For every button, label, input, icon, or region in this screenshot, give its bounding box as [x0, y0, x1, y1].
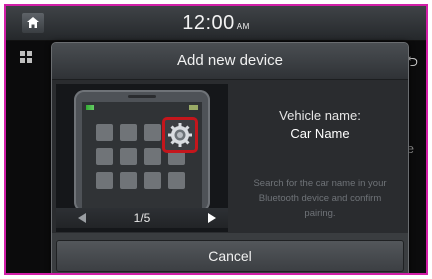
- add-device-dialog: Add new device 1/5 Vehicle name: Car Nam…: [51, 42, 409, 273]
- battery-indicator: [189, 105, 198, 110]
- phone-illustration-panel: 1/5: [56, 84, 228, 232]
- settings-highlight: [162, 117, 198, 153]
- app-icon: [96, 124, 113, 141]
- clock: 12:00 AM: [6, 12, 426, 35]
- app-icon: [144, 124, 161, 141]
- phone-screen: [82, 102, 202, 212]
- dialog-title: Add new device: [52, 43, 408, 80]
- app-icon: [120, 124, 137, 141]
- settings-gear-icon: [168, 123, 192, 147]
- page-indicator: 1/5: [133, 211, 151, 225]
- app-icon: [96, 148, 113, 165]
- phone-speaker: [128, 95, 156, 98]
- vehicle-name-value: Car Name: [290, 126, 350, 141]
- app-icon: [168, 172, 185, 189]
- app-icon: [120, 172, 137, 189]
- screen-frame: 12:00AM ⮌ le Add new device: [4, 4, 428, 275]
- grid-icon: [20, 51, 32, 63]
- phone-illustration: [74, 90, 210, 212]
- signal-indicator: [86, 105, 94, 110]
- app-icon: [144, 172, 161, 189]
- dialog-body: 1/5 Vehicle name: Car Name Search for th…: [52, 80, 408, 233]
- app-icon: [96, 172, 113, 189]
- clock-ampm: AM: [236, 22, 250, 31]
- pager: 1/5: [56, 208, 228, 228]
- clock-time: 12:00: [182, 12, 235, 34]
- status-bar: 12:00 AM: [6, 6, 426, 41]
- vehicle-name-label: Vehicle name:: [279, 108, 361, 123]
- next-arrow-icon[interactable]: [207, 213, 216, 223]
- pairing-instruction: Search for the car name in your Bluetoot…: [253, 178, 387, 219]
- app-icon: [120, 148, 137, 165]
- app-icon: [144, 148, 161, 165]
- cancel-button[interactable]: Cancel: [56, 240, 404, 272]
